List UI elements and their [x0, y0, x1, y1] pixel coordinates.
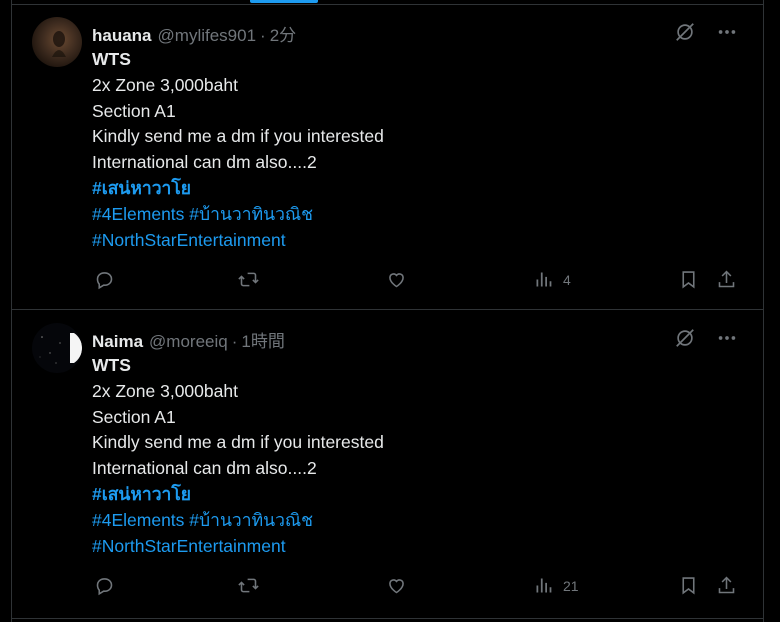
tweet-header-actions [674, 21, 738, 48]
reply-button[interactable] [94, 269, 115, 290]
tweet-text: WTS 2x Zone 3,000baht Section A1 Kindly … [92, 353, 384, 559]
views-count: 4 [563, 271, 571, 288]
tweet-line: Kindly send me a dm if you interested [92, 432, 384, 453]
share-button[interactable] [716, 269, 737, 290]
avatar[interactable] [32, 323, 82, 373]
user-handle[interactable]: @moreeiq [149, 332, 228, 352]
hashtag-link[interactable]: #4Elements [92, 510, 184, 530]
tweet-actions: 4 [92, 269, 752, 293]
tweet-line: 2x Zone 3,000baht [92, 74, 238, 95]
hashtag-link[interactable]: #NorthStarEntertainment [92, 536, 286, 556]
tweet-actions: 21 [92, 575, 752, 599]
grok-icon[interactable] [674, 21, 696, 48]
tweet-header: Naima @moreeiq · 1時間 [92, 327, 285, 352]
grok-icon[interactable] [674, 327, 696, 354]
reply-button[interactable] [94, 575, 115, 596]
like-icon [389, 579, 404, 594]
bookmark-button[interactable] [678, 575, 699, 596]
views-button[interactable]: 4 [533, 269, 571, 290]
tweet-line: International can dm also....2 [92, 458, 317, 479]
tweet-header-actions [674, 327, 738, 354]
hashtag-link[interactable]: #4Elements [92, 204, 184, 224]
reply-icon [96, 272, 113, 290]
bookmark-icon [682, 271, 695, 289]
tweet-line: Kindly send me a dm if you interested [92, 126, 384, 147]
hashtag-link[interactable]: #NorthStarEntertainment [92, 230, 286, 250]
separator: · [231, 332, 238, 351]
retweet-button[interactable] [238, 575, 259, 596]
tweet-title: WTS [92, 49, 131, 69]
share-button[interactable] [716, 575, 737, 596]
retweet-icon [238, 272, 259, 287]
hashtag-link[interactable]: #เสน่หาวาโย [92, 484, 191, 504]
display-name[interactable]: hauana [92, 26, 152, 46]
tweet[interactable]: Naima @moreeiq · 1時間 WTS 2x Zone 3,000ba… [12, 311, 764, 619]
tweet-text: WTS 2x Zone 3,000baht Section A1 Kindly … [92, 47, 384, 253]
tab-indicator [250, 0, 318, 3]
views-button[interactable]: 21 [533, 575, 579, 596]
retweet-button[interactable] [238, 269, 259, 290]
avatar[interactable] [32, 17, 82, 67]
tweet-line: Section A1 [92, 406, 176, 427]
like-button[interactable] [386, 269, 407, 290]
like-button[interactable] [386, 575, 407, 596]
hashtag-link[interactable]: #เสน่หาวาโย [92, 178, 191, 198]
bookmark-button[interactable] [678, 269, 699, 290]
timestamp[interactable]: 1時間 [241, 327, 284, 352]
timestamp[interactable]: 2分 [270, 21, 296, 46]
views-count: 21 [563, 577, 579, 594]
share-icon [718, 270, 735, 288]
bookmark-icon [682, 577, 695, 595]
separator: · [260, 26, 266, 45]
tweet-title: WTS [92, 355, 131, 375]
more-icon[interactable] [716, 327, 738, 354]
user-handle[interactable]: @mylifes901 [158, 26, 257, 46]
hashtag-link[interactable]: #บ้านวาทินวณิช [189, 510, 313, 530]
tweet-line: Section A1 [92, 100, 176, 121]
views-icon [536, 578, 552, 593]
reply-icon [96, 578, 113, 596]
display-name[interactable]: Naima [92, 332, 143, 352]
tweet-line: 2x Zone 3,000baht [92, 380, 238, 401]
tweet-header: hauana @mylifes901 · 2分 [92, 21, 296, 46]
tweet-line: International can dm also....2 [92, 152, 317, 173]
like-icon [389, 273, 404, 288]
tweet[interactable]: hauana @mylifes901 · 2分 WTS 2x Zone 3,00… [12, 5, 764, 310]
hashtag-link[interactable]: #บ้านวาทินวณิช [189, 204, 313, 224]
share-icon [718, 576, 735, 594]
views-icon [536, 272, 552, 287]
retweet-icon [238, 578, 259, 593]
more-icon[interactable] [716, 21, 738, 48]
